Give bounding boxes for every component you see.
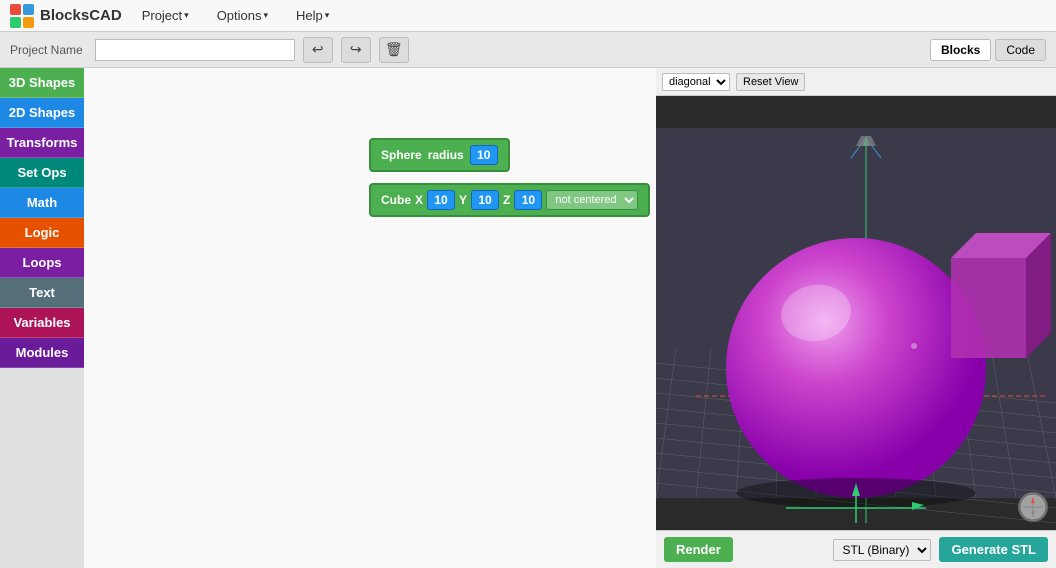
- cube-y-label: Y: [459, 193, 467, 207]
- redo-button[interactable]: ↪: [341, 37, 371, 63]
- generate-stl-button[interactable]: Generate STL: [939, 537, 1048, 562]
- sidebar-item-2d-shapes[interactable]: 2D Shapes: [0, 98, 84, 128]
- sphere-block-label: Sphere: [381, 148, 422, 162]
- app-name: BlocksCAD: [40, 7, 122, 24]
- cube-x-label: X: [415, 193, 423, 207]
- project-name-input[interactable]: [95, 39, 295, 61]
- reset-view-button[interactable]: Reset View: [736, 73, 805, 91]
- view-toggle: Blocks Code: [930, 39, 1046, 61]
- delete-button[interactable]: 🗑: [379, 37, 409, 63]
- cube-block-label: Cube: [381, 193, 411, 207]
- cube-x-value[interactable]: 10: [427, 190, 455, 210]
- cube-z-label: Z: [503, 193, 510, 207]
- sidebar-item-text[interactable]: Text: [0, 278, 84, 308]
- 3d-viewport: diagonal top front side Reset View: [656, 68, 1056, 568]
- sidebar-item-variables[interactable]: Variables: [0, 308, 84, 338]
- block-canvas[interactable]: Sphere radius 10 Cube X 10 Y 10 Z 10 not…: [84, 68, 656, 568]
- menu-options[interactable]: Options ▾: [209, 4, 276, 27]
- 3d-toolbar: diagonal top front side Reset View: [656, 68, 1056, 96]
- project-name-label: Project Name: [10, 43, 83, 57]
- sidebar-item-3d-shapes[interactable]: 3D Shapes: [0, 68, 84, 98]
- view-angle-select[interactable]: diagonal top front side: [662, 73, 730, 91]
- render-button[interactable]: Render: [664, 537, 733, 562]
- sidebar-item-logic[interactable]: Logic: [0, 218, 84, 248]
- compass-control[interactable]: [1018, 492, 1048, 522]
- compass-icon: [1019, 493, 1047, 521]
- menu-help[interactable]: Help ▾: [288, 4, 337, 27]
- sphere-radius-label: radius: [428, 148, 464, 162]
- sphere-radius-value[interactable]: 10: [470, 145, 498, 165]
- scene-svg: [656, 96, 1056, 530]
- cube-center-dropdown[interactable]: not centered centered: [546, 190, 638, 210]
- sidebar-item-set-ops[interactable]: Set Ops: [0, 158, 84, 188]
- code-view-button[interactable]: Code: [995, 39, 1046, 61]
- 3d-scene[interactable]: [656, 96, 1056, 530]
- help-dropdown-arrow: ▾: [325, 10, 330, 21]
- sphere-block[interactable]: Sphere radius 10: [369, 138, 510, 172]
- toolbar: Project Name ↩ ↪ 🗑 Blocks Code: [0, 32, 1056, 68]
- app-logo: BlocksCAD: [8, 2, 122, 30]
- project-dropdown-arrow: ▾: [184, 10, 189, 21]
- undo-button[interactable]: ↩: [303, 37, 333, 63]
- options-dropdown-arrow: ▾: [264, 10, 269, 21]
- 3d-bottom-toolbar: Render STL (Binary) STL (ASCII) Generate…: [656, 530, 1056, 568]
- menubar: BlocksCAD Project ▾ Options ▾ Help ▾: [0, 0, 1056, 32]
- sidebar: 3D Shapes 2D Shapes Transforms Set Ops M…: [0, 68, 84, 568]
- sidebar-item-transforms[interactable]: Transforms: [0, 128, 84, 158]
- sidebar-item-modules[interactable]: Modules: [0, 338, 84, 368]
- main-area: 3D Shapes 2D Shapes Transforms Set Ops M…: [0, 68, 1056, 568]
- cube-z-value[interactable]: 10: [514, 190, 542, 210]
- stl-format-select[interactable]: STL (Binary) STL (ASCII): [833, 539, 931, 561]
- blocks-view-button[interactable]: Blocks: [930, 39, 991, 61]
- logo-icon: [8, 2, 36, 30]
- cube-block[interactable]: Cube X 10 Y 10 Z 10 not centered centere…: [369, 183, 650, 217]
- cube-y-value[interactable]: 10: [471, 190, 499, 210]
- sidebar-item-loops[interactable]: Loops: [0, 248, 84, 278]
- sidebar-item-math[interactable]: Math: [0, 188, 84, 218]
- menu-project[interactable]: Project ▾: [134, 4, 197, 27]
